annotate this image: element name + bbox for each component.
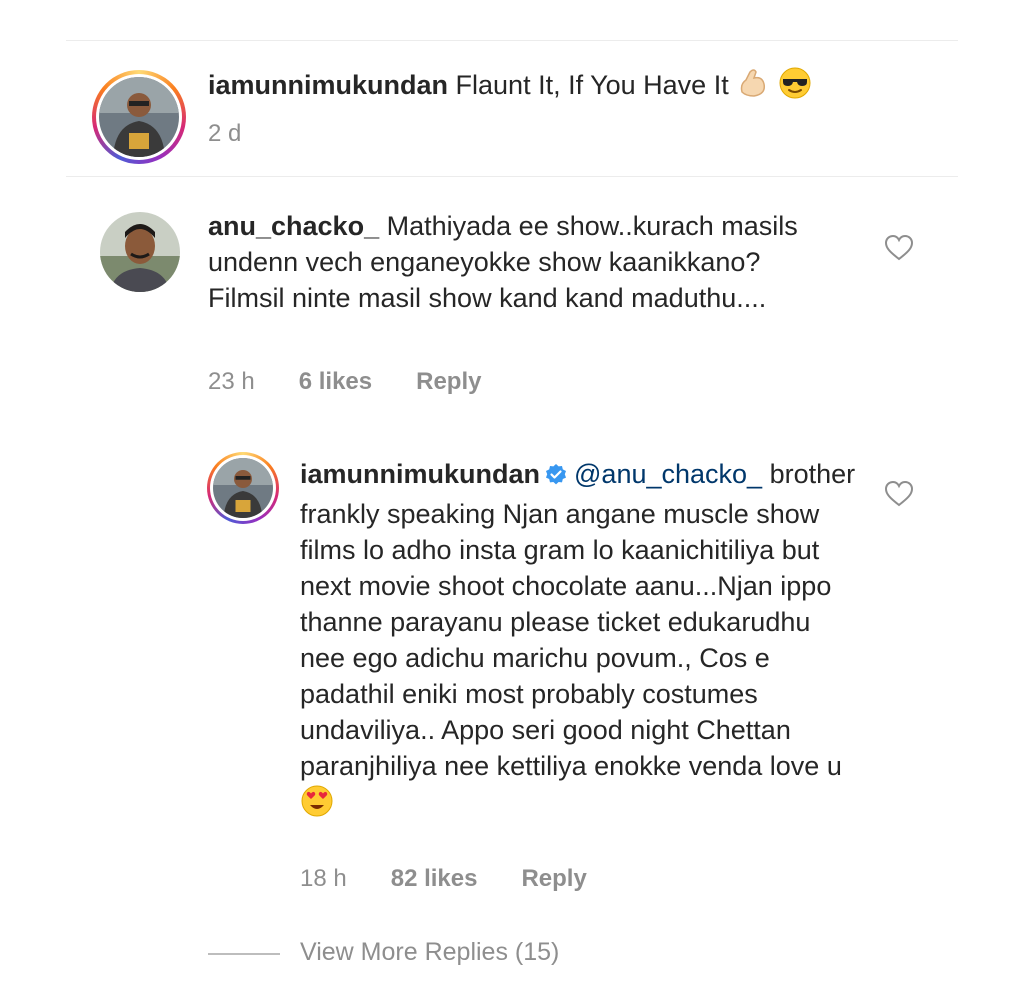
like-heart-icon[interactable] — [884, 480, 914, 508]
caption-divider — [66, 176, 958, 177]
comment-time: 23 h — [208, 368, 255, 395]
avatar-photo-icon — [100, 212, 180, 292]
comment-reply-button[interactable]: Reply — [416, 368, 481, 396]
view-more-line — [208, 953, 280, 955]
post-username[interactable]: iamunnimukundan — [208, 70, 448, 100]
reply-author-avatar[interactable] — [207, 452, 279, 524]
commenter-avatar[interactable] — [100, 212, 180, 292]
reply-meta: 18 h 82 likes Reply — [300, 865, 587, 893]
top-divider — [66, 40, 958, 41]
view-more-replies-button[interactable]: View More Replies (15) — [300, 938, 559, 967]
comment-meta: 23 h 6 likes Reply — [208, 368, 481, 396]
reply-reply-button[interactable]: Reply — [521, 865, 586, 893]
reply-text-block: iamunnimukundan @anu_chacko_ brother fran… — [300, 456, 860, 827]
caption-text: Flaunt It, If You Have It — [455, 70, 729, 100]
verified-badge-icon — [544, 460, 568, 496]
comment-text-block: anu_chacko_ Mathiyada ee show..kurach ma… — [208, 208, 808, 316]
reply-username[interactable]: iamunnimukundan — [300, 459, 540, 489]
reply-mention-link[interactable]: @anu_chacko_ — [574, 459, 762, 489]
avatar-photo-icon — [213, 458, 273, 518]
avatar-photo-icon — [99, 77, 179, 157]
post-time: 2 d — [208, 120, 242, 147]
post-meta: 2 d — [208, 120, 241, 148]
commenter-username[interactable]: anu_chacko_ — [208, 211, 379, 241]
heart-eyes-face-icon — [300, 784, 334, 827]
comment-likes[interactable]: 6 likes — [299, 368, 372, 396]
post-author-avatar[interactable] — [92, 70, 186, 164]
sunglasses-face-icon — [778, 66, 812, 109]
reply-likes[interactable]: 82 likes — [391, 865, 478, 893]
post-caption-text: iamunnimukundan Flaunt It, If You Have I… — [208, 66, 928, 109]
reply-text: brother frankly speaking Njan angane mus… — [300, 459, 856, 781]
like-heart-icon[interactable] — [884, 234, 914, 262]
reply-time: 18 h — [300, 865, 347, 892]
flexed-biceps-icon — [736, 66, 770, 109]
